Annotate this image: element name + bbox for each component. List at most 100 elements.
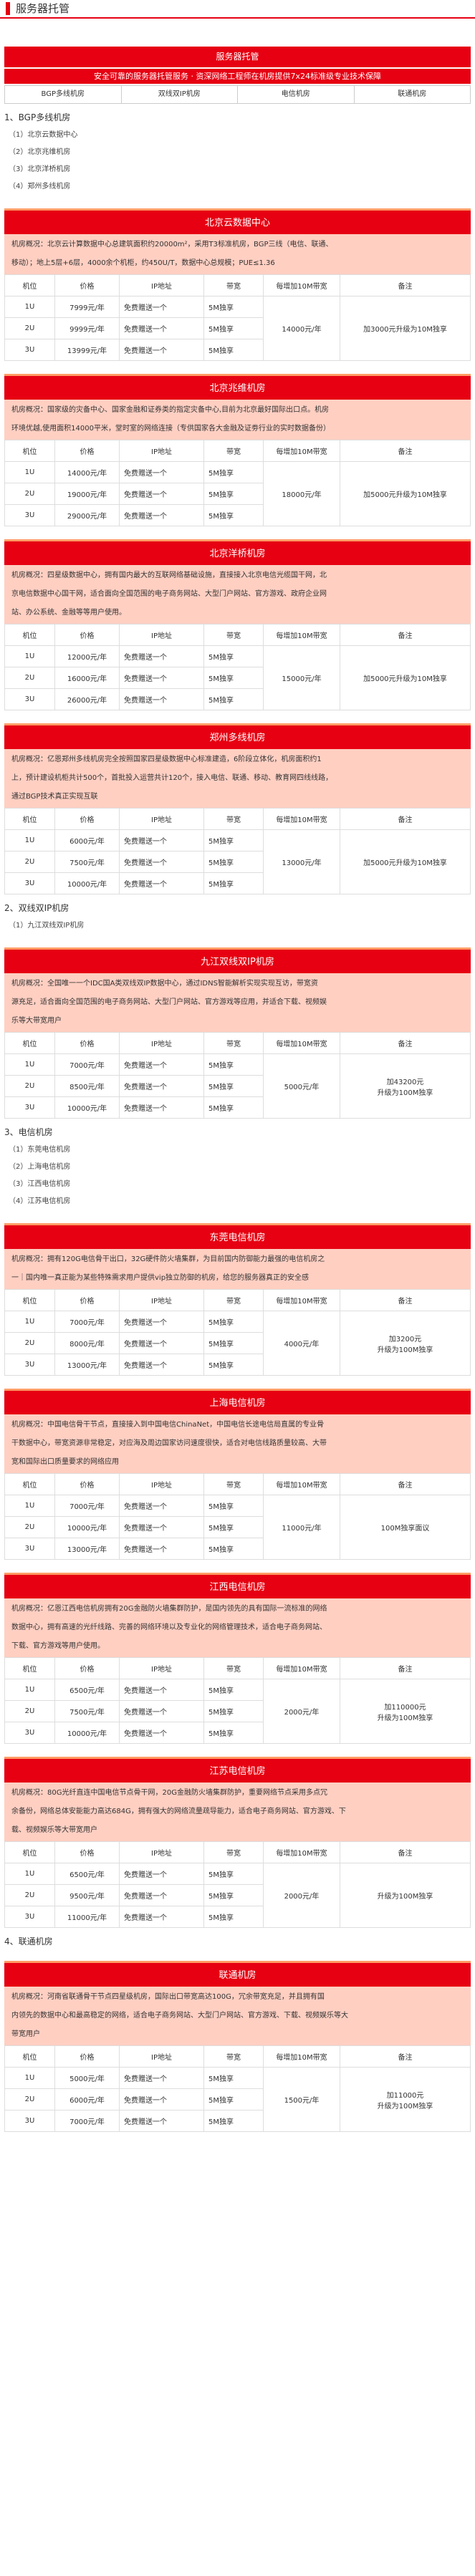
room-name: 北京洋桥机房: [4, 539, 471, 565]
cell-bandwidth: 5M独享: [203, 872, 264, 894]
cell-ip: 免费赠送一个: [119, 1096, 204, 1119]
room-description: 机房概况：全国唯一一个IDC国A类双线双IP数据中心，通过IDNS智能解析实现实…: [4, 973, 471, 1032]
subitem-link[interactable]: （1）北京云数据中心: [4, 127, 471, 144]
pricing-table: 机位 价格 IP地址 带宽 每增加10M带宽 备注 1U 6500元/年 免费赠送一个 5M独享 2…: [4, 1657, 471, 1744]
cell-price: 6000元/年: [54, 2088, 120, 2111]
table-header: 价格: [54, 440, 120, 462]
cell-bandwidth: 5M独享: [203, 483, 264, 505]
cell-note: 加5000元升级为10M独享: [340, 461, 471, 526]
nav-dual-line[interactable]: 双线双IP机房: [122, 86, 238, 103]
room-description-line: 机房概况：80G光纤直连中国电信节点骨干网，20G金融防火墙集群防护，重要网络节…: [11, 1789, 327, 1797]
cell-position: 1U: [4, 461, 55, 483]
table-header: IP地址: [119, 440, 204, 462]
subitem-link[interactable]: （2）北京兆维机房: [4, 144, 471, 161]
room-description: 机房概况：北京云计算数据中心总建筑面积约20000m²，采用T3标准机房，BGP…: [4, 234, 471, 274]
table-header: 机位: [4, 624, 55, 646]
cell-position: 1U: [4, 1053, 55, 1076]
intro-heading: 服务器托管: [4, 47, 471, 67]
subitem-link[interactable]: （1）九江双线双IP机房: [4, 917, 471, 935]
subitem-link[interactable]: （2）上海电信机房: [4, 1159, 471, 1176]
cell-position: 3U: [4, 1906, 55, 1928]
table-header: 价格: [54, 624, 120, 646]
section-subitems: （1）东莞电信机房 （2）上海电信机房 （3）江西电信机房 （4）江苏电信机房: [4, 1142, 471, 1210]
cell-position: 2U: [4, 1700, 55, 1722]
cell-ip: 免费赠送一个: [119, 872, 204, 894]
section-title: 4、联通机房: [4, 1936, 53, 1947]
pricing-table: 机位 价格 IP地址 带宽 每增加10M带宽 备注 1U 14000元/年 免费赠送一个 5M独享…: [4, 440, 471, 526]
table-header: 每增加10M带宽: [263, 1473, 340, 1495]
cell-note: 加3000元升级为10M独享: [340, 296, 471, 361]
cell-bandwidth: 5M独享: [203, 688, 264, 710]
cell-ip: 免费赠送一个: [119, 2067, 204, 2089]
cell-ip: 免费赠送一个: [119, 1906, 204, 1928]
table-header: 带宽: [203, 1289, 264, 1311]
cell-position: 2U: [4, 1516, 55, 1538]
room-description-line: 干数据中心，带宽资源非常稳定，对应海及周边国家访问速度很快，适合对电信线路质量较…: [11, 1439, 327, 1447]
cell-ip: 免费赠送一个: [119, 2110, 204, 2132]
room-name: 北京云数据中心: [4, 208, 471, 234]
room-description-line: 载、视频娱乐等大带宽用户: [11, 1826, 97, 1834]
cell-position: 3U: [4, 2110, 55, 2132]
room-description-line: 下载、官方游戏等用户使用。: [11, 1642, 105, 1650]
room-card: 江西电信机房 机房概况：亿恩江西电信机房拥有20G金融防火墙集群防护，是国内领先的…: [4, 1573, 471, 1744]
pricing-table: 机位 价格 IP地址 带宽 每增加10M带宽 备注 1U 12000元/年 免费赠送一个 5M独享…: [4, 624, 471, 710]
cell-position: 1U: [4, 1495, 55, 1517]
room-description-line: 内领先的数据中心和最高稳定的网络，适合电子商务网站、大型门户网站、官方游戏、下载…: [11, 2012, 348, 2020]
room-description: 机房概况：亿恩江西电信机房拥有20G金融防火墙集群防护，是国内领先的具有国际一流…: [4, 1598, 471, 1657]
cell-ip: 免费赠送一个: [119, 317, 204, 339]
note-line: 加11000元: [386, 2091, 424, 2100]
room-description-line: 机房概况：拥有120G电信骨干出口，32G硬件防火墙集群，为目前国内防御能力最强…: [11, 1255, 325, 1263]
room-card: 九江双线双IP机房 机房概况：全国唯一一个IDC国A类双线双IP数据中心，通过ID…: [4, 947, 471, 1119]
subitem-link[interactable]: （4）郑州多线机房: [4, 178, 471, 196]
room-name: 上海电信机房: [4, 1389, 471, 1414]
room-description-line: 移动）；地上5层+6层，4000余个机柜，约450U/T，数据中心总规模；PUE…: [11, 259, 275, 267]
room-description-line: 机房概况：亿恩郑州多线机房完全按照国家四星级数据中心标准建造，6阶段立体化，机房…: [11, 756, 322, 763]
cell-bandwidth: 5M独享: [203, 504, 264, 526]
room-name: 江苏电信机房: [4, 1757, 471, 1783]
cell-bandwidth: 5M独享: [203, 1332, 264, 1354]
room-card: 江苏电信机房机房概况：80G光纤直连中国电信节点骨干网，20G金融防火墙集群防护…: [4, 1757, 471, 1928]
table-row: 1U 6000元/年 免费赠送一个 5M独享 13000元/年 加5000元升级为10M独…: [4, 829, 471, 894]
note-line: 加110000元: [384, 1703, 426, 1712]
cell-note: 升级为100M独享: [340, 1863, 471, 1928]
subitem-link[interactable]: （3）北京洋桥机房: [4, 161, 471, 178]
pricing-table: 机位 价格 IP地址 带宽 每增加10M带宽 备注 1U 7000元/年 免费赠送一个 5M独享 1…: [4, 1473, 471, 1560]
table-header: 备注: [340, 1032, 471, 1054]
subitem-link[interactable]: （3）江西电信机房: [4, 1176, 471, 1193]
room-description-line: 一｜国内唯一真正能为某些特殊需求用户提供vip独立防御的机房，给您的服务器真正的…: [11, 1274, 310, 1282]
cell-bandwidth: 5M独享: [203, 1516, 264, 1538]
room-description: 机房概况：亿恩郑州多线机房完全按照国家四星级数据中心标准建造，6阶段立体化，机房…: [4, 749, 471, 808]
table-header: 备注: [340, 1289, 471, 1311]
subitem-link[interactable]: （1）东莞电信机房: [4, 1142, 471, 1159]
cell-position: 2U: [4, 1332, 55, 1354]
cell-price: 7500元/年: [54, 851, 120, 873]
table-header: 价格: [54, 808, 120, 830]
nav-bgp[interactable]: BGP多线机房: [5, 86, 122, 103]
room-groups: 1、BGP多线机房 （1）北京云数据中心 （2）北京兆维机房 （3）北京洋桥机房 （4）…: [4, 111, 471, 2132]
nav-unicom[interactable]: 联通机房: [355, 86, 471, 103]
nav-telecom[interactable]: 电信机房: [238, 86, 355, 103]
cell-bandwidth: 5M独享: [203, 1722, 264, 1744]
title-accent-bar: [6, 2, 10, 15]
cell-note: 加43200元 升级为100M独享: [340, 1053, 471, 1119]
table-row: 1U 7000元/年 免费赠送一个 5M独享 11000元/年 100M独享面议: [4, 1495, 471, 1560]
cell-position: 2U: [4, 851, 55, 873]
cell-note: 100M独享面议: [340, 1495, 471, 1560]
cell-position: 2U: [4, 1884, 55, 1906]
cell-position: 2U: [4, 667, 55, 689]
cell-bandwidth: 5M独享: [203, 1053, 264, 1076]
cell-ip: 免费赠送一个: [119, 1311, 204, 1333]
room-description-line: 机房概况：四星级数据中心，拥有国内最大的互联网络基础设施，直接接入北京电信光缆国…: [11, 571, 327, 579]
cell-position: 3U: [4, 504, 55, 526]
intro-tagline: 安全可靠的服务器托管服务 · 资深网络工程师在机房提供7x24标准级专业技术保障: [4, 69, 471, 84]
room-description-line: 机房概况：河南省联通骨干节点四星级机房，国际出口带宽高达100G，冗余带宽充足，…: [11, 1993, 325, 2001]
pricing-table: 机位 价格 IP地址 带宽 每增加10M带宽 备注 1U 5000元/年 免费赠送一个 5M独享 1…: [4, 2045, 471, 2132]
subitem-link[interactable]: （4）江苏电信机房: [4, 1193, 471, 1210]
note-line: 升级为100M独享: [377, 1714, 433, 1722]
cell-price: 10000元/年: [54, 1096, 120, 1119]
table-header: IP地址: [119, 274, 204, 296]
cell-add-bandwidth: 13000元/年: [263, 829, 340, 894]
cell-note: 加3200元 升级为100M独享: [340, 1311, 471, 1376]
cell-bandwidth: 5M独享: [203, 339, 264, 361]
cell-bandwidth: 5M独享: [203, 1863, 264, 1885]
